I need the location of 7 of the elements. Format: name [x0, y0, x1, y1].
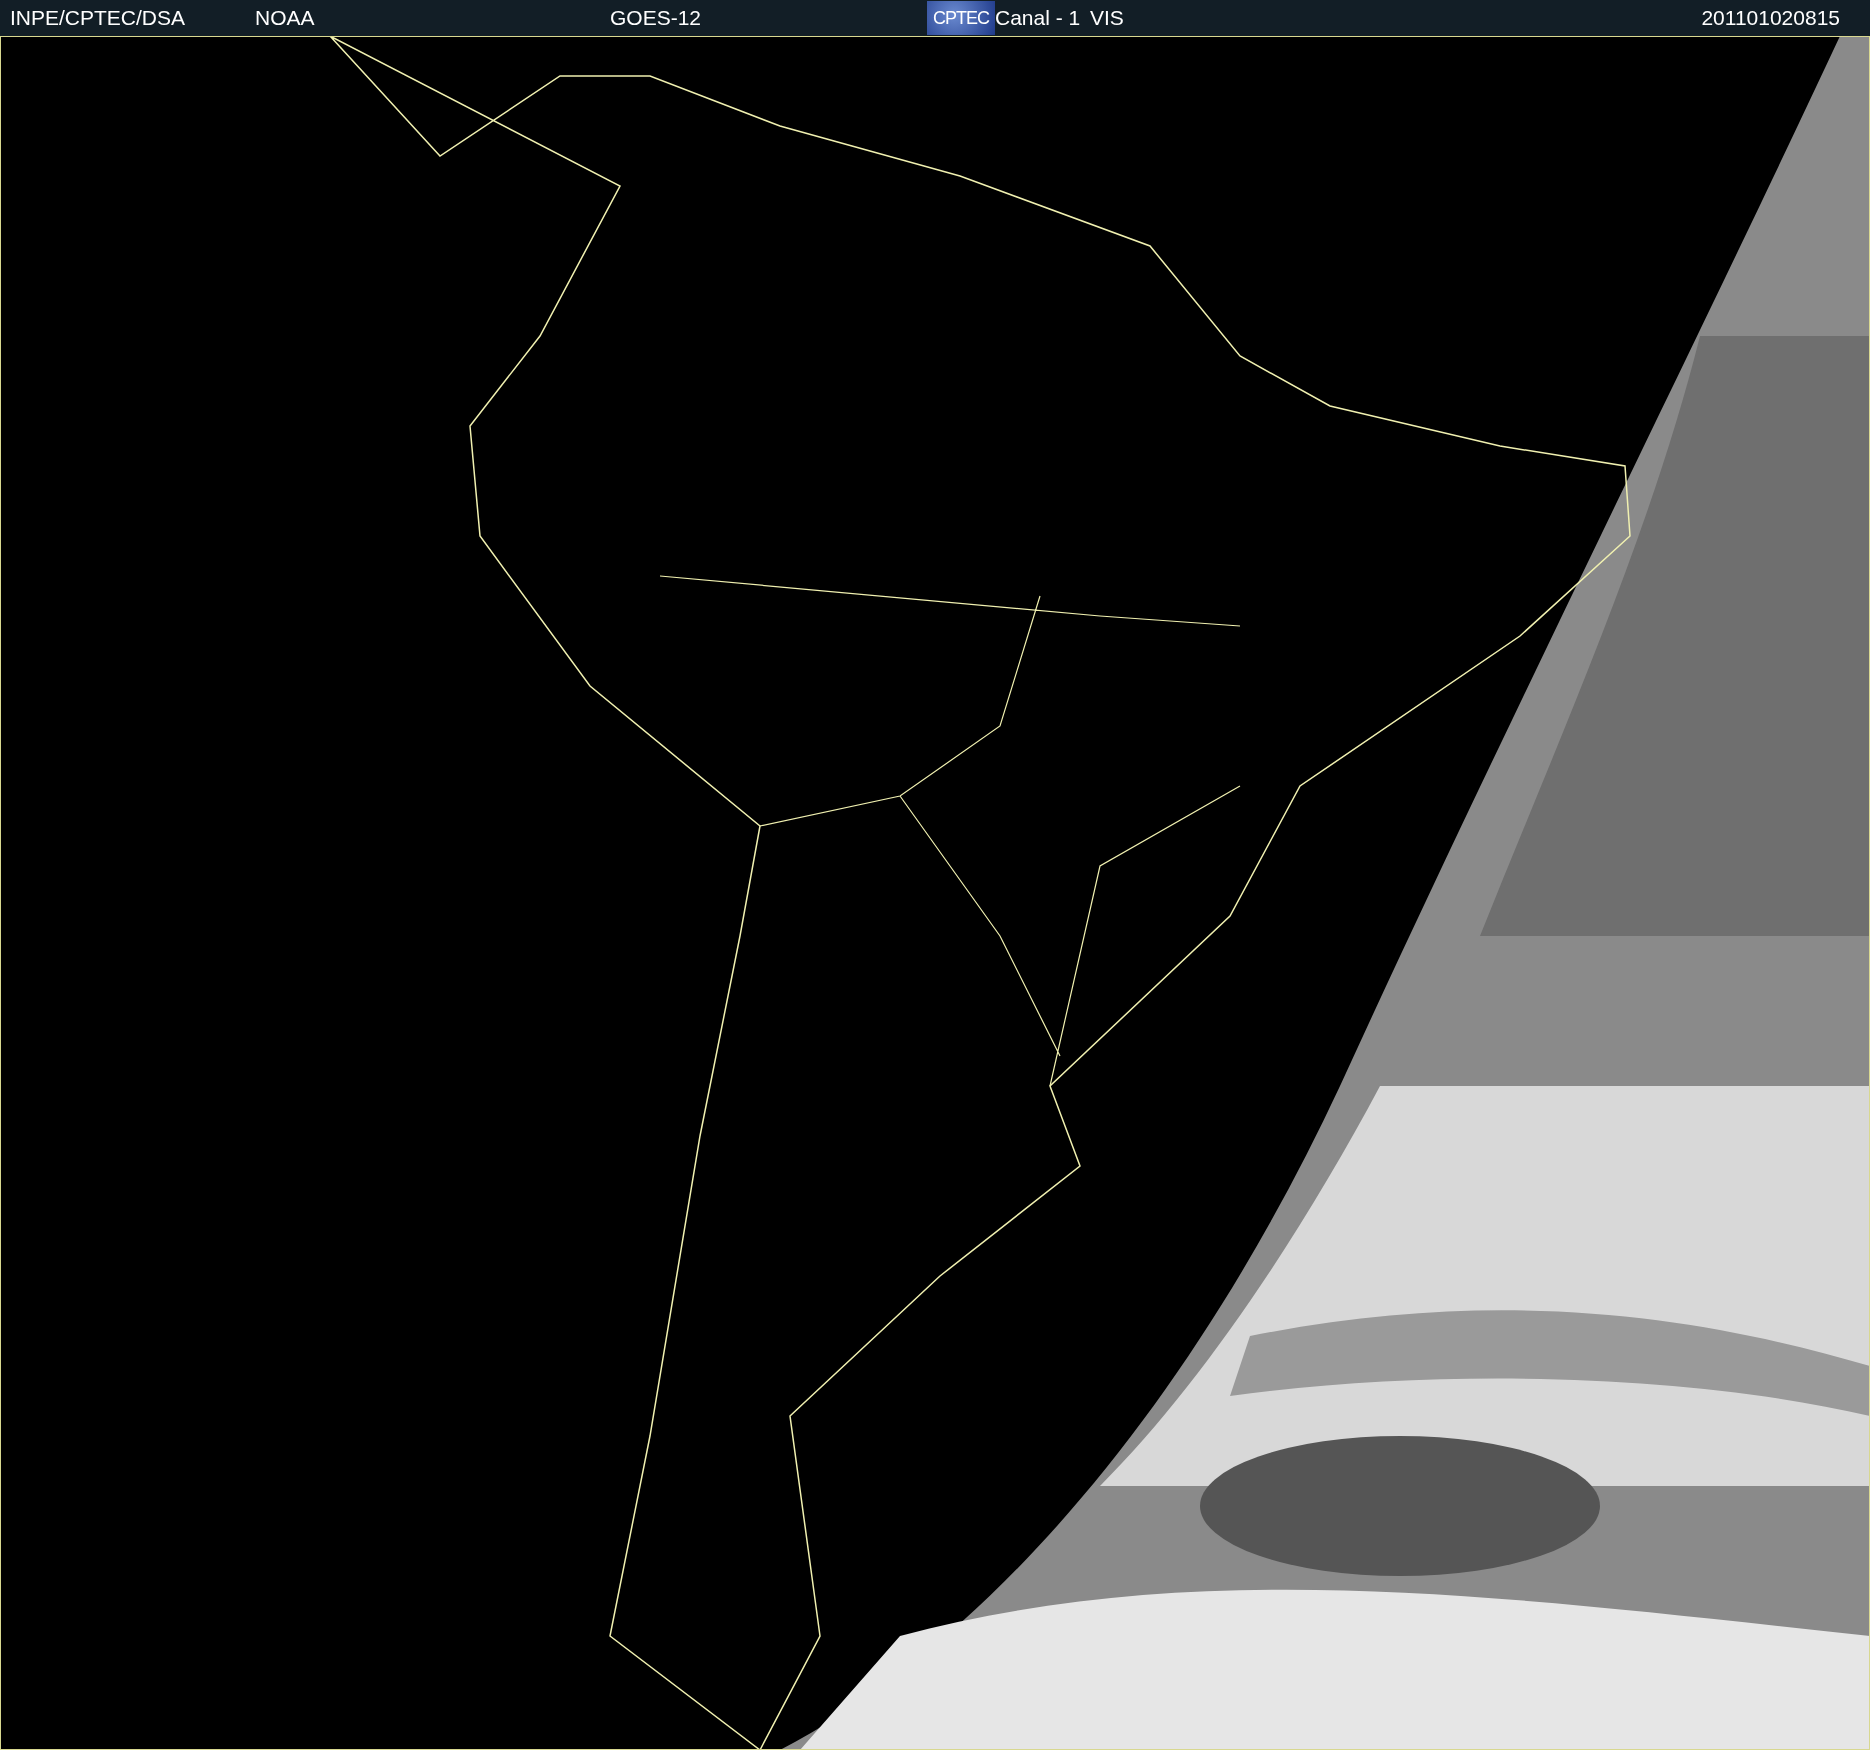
satellite-label: GOES-12 [610, 6, 702, 30]
logo: CPTEC [927, 1, 995, 35]
band-label: VIS [1090, 6, 1124, 30]
source-label: INPE/CPTEC/DSA [10, 6, 186, 30]
channel-label: Canal - 1 [995, 6, 1081, 30]
timestamp-label: 201101020815 [1701, 6, 1841, 30]
agency-label: NOAA [255, 6, 315, 30]
